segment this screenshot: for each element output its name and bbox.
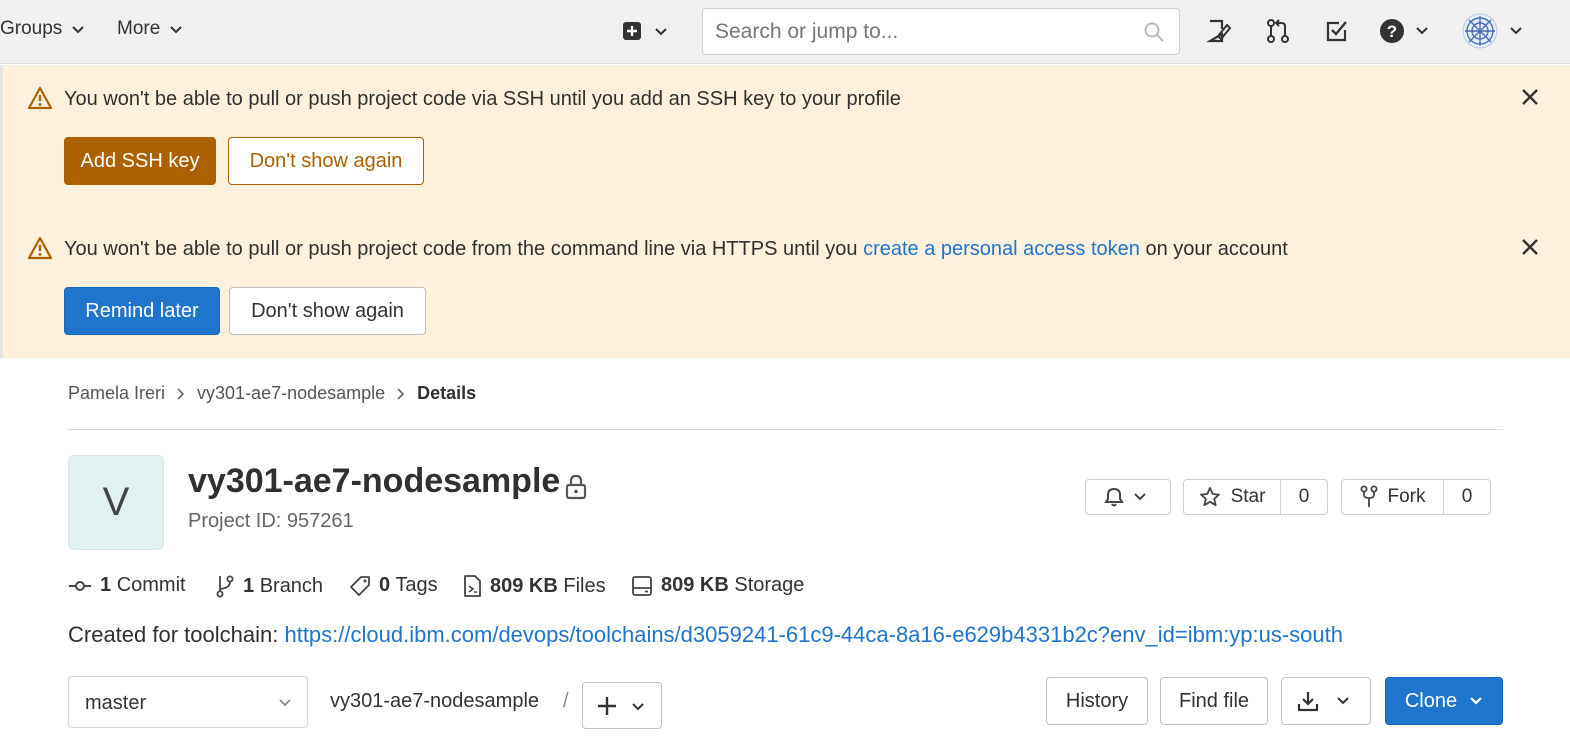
ssh-alert-message: You won't be able to pull or push projec… (64, 88, 901, 110)
search-input[interactable] (703, 9, 1123, 54)
toolchain-label: Created for toolchain: (68, 622, 279, 647)
path-separator: / (563, 690, 569, 712)
branch-icon (216, 575, 234, 598)
storage-icon (632, 575, 652, 596)
star-count[interactable]: 0 (1280, 480, 1327, 514)
project-id: Project ID: 957261 (188, 510, 354, 532)
warning-icon (27, 236, 53, 260)
chevron-right-icon (177, 387, 185, 400)
chevron-right-icon (397, 387, 405, 400)
https-alert-message: You won't be able to pull or push projec… (64, 238, 1288, 261)
avatar (1462, 13, 1522, 49)
history-button[interactable]: History (1046, 677, 1148, 725)
issues-icon[interactable] (1207, 18, 1231, 44)
breadcrumb-item-project[interactable]: vy301-ae7-nodesample (197, 383, 385, 404)
more-menu[interactable]: More (117, 18, 184, 40)
remind-later-button[interactable]: Remind later (64, 287, 220, 335)
commits-label: Commit (116, 574, 186, 596)
tags-stat[interactable]: 0 Tags (349, 574, 438, 597)
storage-label: Storage (734, 574, 805, 596)
branch-name: master (85, 692, 147, 714)
search-icon (1144, 22, 1164, 42)
breadcrumb-item-user[interactable]: Pamela Ireri (68, 383, 165, 404)
close-icon[interactable] (1521, 238, 1539, 256)
help-menu[interactable]: ? (1380, 18, 1430, 49)
lock-icon (565, 474, 587, 500)
breadcrumb: Pamela Ireri vy301-ae7-nodesample Detail… (68, 383, 476, 404)
https-dont-show-again-button[interactable]: Don't show again (229, 287, 426, 335)
svg-text:?: ? (1387, 22, 1397, 41)
add-to-tree-dropdown[interactable] (582, 682, 662, 729)
notifications-dropdown[interactable] (1085, 479, 1171, 515)
star-button-group: Star 0 (1183, 479, 1328, 515)
clone-label: Clone (1404, 689, 1458, 712)
clone-button[interactable]: Clone (1385, 677, 1503, 725)
branches-count: 1 (243, 574, 255, 597)
find-file-button[interactable]: Find file (1160, 677, 1268, 725)
storage-size: 809 KB (661, 574, 729, 596)
branches-stat[interactable]: 1 Branch (215, 574, 323, 598)
user-menu[interactable] (1462, 13, 1526, 54)
groups-label: Groups (0, 18, 63, 39)
files-label: Files (563, 574, 606, 597)
todos-icon[interactable] (1325, 18, 1349, 44)
ssh-dont-show-again-button[interactable]: Don't show again (228, 137, 424, 185)
more-label: More (117, 18, 161, 39)
toolchain-link[interactable]: https://cloud.ibm.com/devops/toolchains/… (284, 622, 1343, 647)
fork-button[interactable]: Fork (1342, 480, 1443, 514)
tags-count: 0 (379, 574, 391, 596)
fork-count[interactable]: 0 (1443, 480, 1490, 514)
tags-label: Tags (395, 574, 438, 596)
search-box[interactable] (702, 8, 1180, 55)
chevron-down-icon (170, 26, 183, 34)
download-dropdown[interactable] (1281, 677, 1371, 725)
add-ssh-key-button[interactable]: Add SSH key (64, 137, 216, 185)
project-title: vy301-ae7-nodesample (188, 462, 561, 500)
commits-stat[interactable]: 1 Commit (68, 574, 186, 597)
download-icon (1297, 692, 1349, 712)
plus-icon (598, 697, 644, 715)
star-button[interactable]: Star (1184, 480, 1280, 514)
groups-menu[interactable]: Groups (0, 18, 86, 40)
star-label: Star (1230, 486, 1266, 507)
star-icon (1199, 487, 1220, 507)
branch-selector[interactable]: master (68, 676, 308, 728)
plus-square-icon (623, 22, 667, 40)
breadcrumb-current[interactable]: Details (417, 383, 476, 404)
https-alert-text-before: You won't be able to pull or push projec… (64, 238, 858, 260)
divider (68, 429, 1503, 430)
alerts-panel: You won't be able to pull or push projec… (0, 65, 1570, 358)
help-icon: ? (1380, 19, 1428, 43)
file-icon (464, 575, 481, 597)
top-navbar: Groups More ? (0, 0, 1570, 64)
bell-icon (1104, 487, 1146, 507)
merge-requests-icon[interactable] (1266, 18, 1290, 44)
tag-icon (350, 575, 370, 596)
fork-label: Fork (1387, 486, 1426, 507)
chevron-down-icon (72, 26, 85, 34)
fork-button-group: Fork 0 (1341, 479, 1491, 515)
files-size: 809 KB (490, 574, 558, 597)
fork-icon (1360, 485, 1377, 507)
chevron-down-icon (1470, 697, 1482, 705)
toolchain-description: Created for toolchain: https://cloud.ibm… (68, 622, 1343, 648)
repo-path[interactable]: vy301-ae7-nodesample (330, 690, 539, 713)
create-token-link[interactable]: create a personal access token (863, 238, 1140, 260)
https-alert-text-after: on your account (1145, 238, 1288, 260)
storage-stat[interactable]: 809 KB Storage (631, 574, 804, 597)
warning-icon (27, 86, 53, 110)
chevron-down-icon (279, 699, 291, 707)
branches-label: Branch (259, 574, 324, 597)
commit-icon (69, 580, 91, 591)
commits-count: 1 (100, 574, 112, 596)
files-stat[interactable]: 809 KB Files (462, 574, 606, 598)
close-icon[interactable] (1521, 88, 1539, 106)
new-item-dropdown[interactable] (622, 20, 674, 49)
project-avatar: V (68, 455, 164, 550)
